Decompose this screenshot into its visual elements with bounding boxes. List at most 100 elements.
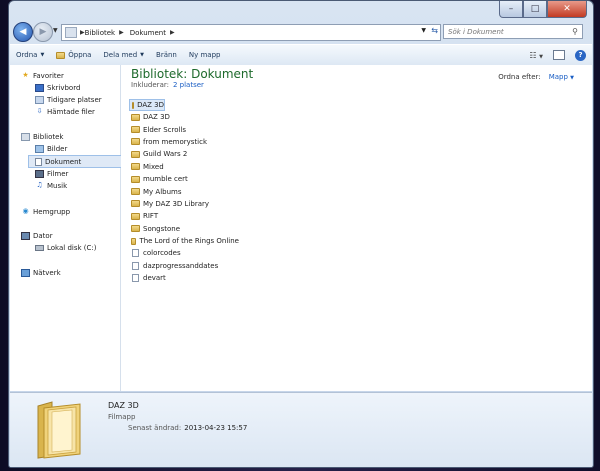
folder-icon bbox=[56, 51, 66, 59]
file-item[interactable]: colorcodes bbox=[129, 247, 239, 259]
share-button[interactable]: Dela med ▼ bbox=[97, 47, 150, 63]
search-box[interactable]: ⚲ bbox=[443, 24, 583, 39]
nav-videos[interactable]: Filmer bbox=[35, 168, 68, 179]
folder-icon bbox=[131, 138, 140, 146]
breadcrumb-bibliotek[interactable]: Bibliotek bbox=[85, 29, 115, 37]
pictures-icon bbox=[35, 144, 44, 153]
folder-icon bbox=[131, 212, 140, 220]
folder-item[interactable]: Mixed bbox=[129, 161, 239, 173]
recent-pages-dropdown[interactable]: ▼ bbox=[53, 27, 58, 34]
downloads-icon: ⇩ bbox=[36, 107, 43, 115]
folder-item[interactable]: My Albums bbox=[129, 185, 239, 197]
nav-libraries[interactable]: Bibliotek bbox=[21, 131, 63, 142]
nav-network[interactable]: Nätverk bbox=[21, 267, 61, 278]
burn-button[interactable]: Bränn bbox=[150, 47, 183, 63]
folder-icon bbox=[131, 237, 137, 245]
folder-icon bbox=[131, 150, 140, 158]
folder-item[interactable]: from memorystick bbox=[129, 136, 239, 148]
item-name: Guild Wars 2 bbox=[143, 150, 188, 159]
item-name: My Albums bbox=[143, 187, 182, 196]
search-input[interactable] bbox=[448, 27, 558, 36]
nav-desktop-label: Skrivbord bbox=[47, 83, 81, 92]
sort-dropdown[interactable]: Mapp ▼ bbox=[549, 73, 574, 81]
nav-computer[interactable]: Dator bbox=[21, 230, 53, 241]
document-icon bbox=[132, 261, 139, 270]
minimize-button[interactable]: – bbox=[499, 1, 523, 18]
explorer-window: – □ ✕ ◀ ▶ ▼ ▶ Bibliotek▶ Dokument▶ ▼ ⇆ ⚲… bbox=[8, 0, 594, 468]
includes-label: Inkluderar: bbox=[131, 81, 169, 89]
network-icon bbox=[21, 268, 30, 277]
document-icon bbox=[132, 274, 139, 283]
music-icon: ♫ bbox=[36, 181, 43, 189]
folder-item[interactable]: DAZ 3D bbox=[129, 99, 165, 111]
recent-places-icon bbox=[35, 95, 44, 104]
nav-favorites[interactable]: ★ Favoriter bbox=[21, 70, 64, 81]
library-title: Bibliotek: Dokument bbox=[131, 67, 254, 81]
nav-music[interactable]: ♫ Musik bbox=[35, 180, 67, 191]
item-name: My DAZ 3D Library bbox=[143, 199, 210, 208]
folder-icon bbox=[37, 401, 81, 459]
navigation-pane: ★ Favoriter Skrivbord Tidigare platser ⇩ H… bbox=[10, 65, 126, 391]
item-name: mumble cert bbox=[143, 175, 188, 184]
address-bar[interactable]: ▶ Bibliotek ▶ Dokument ▶ ▼ ⇆ bbox=[61, 24, 441, 41]
folder-icon bbox=[131, 113, 140, 121]
nav-music-label: Musik bbox=[47, 181, 68, 190]
nav-homegroup[interactable]: ◉ Hemgrupp bbox=[21, 206, 70, 217]
homegroup-icon: ◉ bbox=[22, 207, 29, 215]
new-folder-button[interactable]: Ny mapp bbox=[183, 47, 227, 63]
item-name: DAZ 3D bbox=[137, 101, 164, 109]
nav-documents-label: Dokument bbox=[45, 157, 82, 166]
details-pane: DAZ 3D Filmapp Senast ändrad: 2013-04-23 … bbox=[10, 392, 592, 467]
breadcrumb-dokument[interactable]: Dokument bbox=[130, 29, 166, 37]
chevron-right-icon[interactable]: ▶ bbox=[170, 29, 175, 36]
videos-icon bbox=[35, 169, 44, 178]
file-item[interactable]: dazprogressanddates bbox=[129, 260, 239, 272]
file-item[interactable]: devart bbox=[129, 272, 239, 284]
refresh-icon[interactable]: ⇆ bbox=[431, 26, 438, 35]
open-label: Öppna bbox=[68, 51, 92, 59]
organize-button[interactable]: Ordna ▼ bbox=[10, 47, 50, 63]
includes-link[interactable]: 2 platser bbox=[173, 81, 204, 89]
forward-button[interactable]: ▶ bbox=[33, 22, 53, 42]
share-label: Dela med bbox=[103, 51, 138, 59]
folder-item[interactable]: Songstone bbox=[129, 223, 239, 235]
nav-local-disk-label: Lokal disk (C:) bbox=[47, 243, 97, 252]
folder-icon bbox=[131, 126, 140, 134]
command-bar: Ordna ▼ Öppna Dela med ▼ Bränn Ny mapp ☷ ▼… bbox=[10, 44, 592, 66]
desktop-icon bbox=[35, 83, 44, 92]
address-dropdown[interactable]: ▼ bbox=[421, 27, 426, 34]
folder-item[interactable]: The Lord of the Rings Online bbox=[129, 235, 239, 247]
sort-control: Ordna efter: Mapp ▼ bbox=[498, 73, 574, 81]
item-name: RIFT bbox=[143, 212, 159, 221]
nav-local-disk[interactable]: Lokal disk (C:) bbox=[35, 242, 96, 253]
content-pane: Bibliotek: Dokument Inkluderar: 2 platser… bbox=[121, 65, 592, 391]
chevron-down-icon: ▼ bbox=[40, 52, 45, 58]
help-button[interactable]: ? bbox=[575, 49, 586, 61]
item-name: Mixed bbox=[143, 162, 164, 171]
nav-desktop[interactable]: Skrivbord bbox=[35, 82, 80, 93]
folder-item[interactable]: Guild Wars 2 bbox=[129, 148, 239, 160]
nav-documents[interactable]: Dokument bbox=[28, 155, 126, 168]
chevron-down-icon: ▼ bbox=[570, 75, 574, 81]
folder-item[interactable]: Elder Scrolls bbox=[129, 123, 239, 135]
open-button[interactable]: Öppna bbox=[50, 47, 97, 63]
folder-item[interactable]: mumble cert bbox=[129, 173, 239, 185]
nav-pictures[interactable]: Bilder bbox=[35, 143, 67, 154]
folder-item[interactable]: DAZ 3D bbox=[129, 111, 239, 123]
preview-pane-icon[interactable] bbox=[553, 50, 565, 60]
folder-item[interactable]: RIFT bbox=[129, 210, 239, 222]
close-button[interactable]: ✕ bbox=[547, 1, 587, 18]
file-list: DAZ 3D DAZ 3D Elder Scrolls from memorystic… bbox=[129, 99, 239, 284]
view-options-icon[interactable]: ☷ ▼ bbox=[529, 51, 543, 60]
search-icon[interactable]: ⚲ bbox=[572, 27, 578, 36]
nav-favorites-label: Favoriter bbox=[33, 71, 64, 80]
chevron-right-icon[interactable]: ▶ bbox=[119, 29, 124, 36]
nav-recent[interactable]: Tidigare platser bbox=[35, 94, 102, 105]
organize-label: Ordna bbox=[16, 51, 38, 59]
folder-item[interactable]: My DAZ 3D Library bbox=[129, 198, 239, 210]
back-button[interactable]: ◀ bbox=[13, 22, 33, 42]
folder-icon bbox=[131, 188, 140, 196]
nav-downloads[interactable]: ⇩ Hämtade filer bbox=[35, 106, 95, 117]
maximize-button[interactable]: □ bbox=[523, 1, 547, 18]
nav-libraries-label: Bibliotek bbox=[33, 132, 64, 141]
